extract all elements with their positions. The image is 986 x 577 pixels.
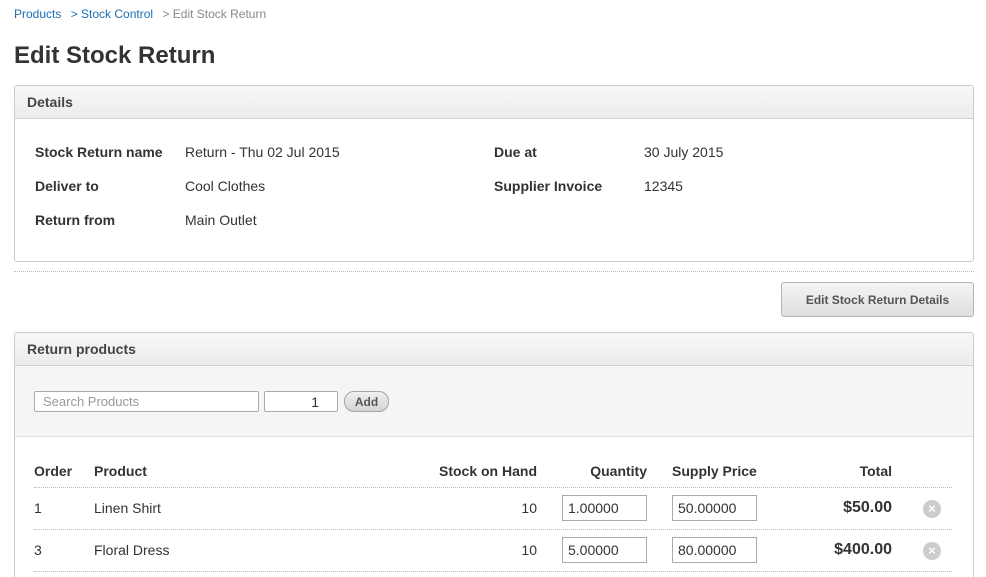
search-products-input[interactable] bbox=[34, 391, 259, 412]
return-products-panel: Return products Add Order Product Stock … bbox=[14, 332, 974, 577]
column-header-supply-price: Supply Price bbox=[672, 463, 757, 479]
row-product: Floral Dress bbox=[94, 542, 170, 558]
table-row: 3 Floral Dress 10 $400.00 × bbox=[34, 530, 952, 572]
remove-row-icon[interactable]: × bbox=[923, 542, 941, 560]
remove-row-icon[interactable]: × bbox=[923, 500, 941, 518]
page-title: Edit Stock Return bbox=[14, 42, 216, 69]
product-search-bar: Add bbox=[15, 366, 973, 437]
table-row: 1 Linen Shirt 10 $50.00 × bbox=[34, 488, 952, 530]
add-quantity-input[interactable] bbox=[264, 391, 338, 412]
column-header-product: Product bbox=[94, 463, 147, 479]
table-header-row: Order Product Stock on Hand Quantity Sup… bbox=[34, 437, 952, 488]
details-header: Details bbox=[15, 86, 973, 119]
row-order: 1 bbox=[34, 500, 42, 516]
stock-return-name-label: Stock Return name bbox=[35, 144, 163, 160]
due-at-value: 30 July 2015 bbox=[644, 144, 724, 160]
section-divider bbox=[14, 271, 974, 272]
column-header-total: Total bbox=[859, 463, 892, 479]
row-total: $50.00 bbox=[843, 499, 892, 516]
stock-return-name-value: Return - Thu 02 Jul 2015 bbox=[185, 144, 340, 160]
supplier-invoice-label: Supplier Invoice bbox=[494, 178, 603, 194]
return-from-value: Main Outlet bbox=[185, 212, 257, 228]
row-supply-price-input[interactable] bbox=[672, 495, 757, 521]
row-stock-on-hand: 10 bbox=[521, 500, 537, 516]
column-header-order: Order bbox=[34, 463, 73, 479]
row-order: 3 bbox=[34, 542, 42, 558]
row-total: $400.00 bbox=[834, 541, 892, 558]
column-header-stock-on-hand: Stock on Hand bbox=[438, 463, 537, 479]
row-product: Linen Shirt bbox=[94, 500, 161, 516]
breadcrumb-products-link[interactable]: Products bbox=[14, 7, 61, 21]
deliver-to-value: Cool Clothes bbox=[185, 178, 266, 194]
details-panel: Details Stock Return name Return - Thu 0… bbox=[14, 85, 974, 262]
row-supply-price-input[interactable] bbox=[672, 537, 757, 563]
deliver-to-label: Deliver to bbox=[35, 178, 99, 194]
breadcrumb-stock-control-link[interactable]: > Stock Control bbox=[71, 7, 153, 21]
row-stock-on-hand: 10 bbox=[521, 542, 537, 558]
supplier-invoice-value: 12345 bbox=[644, 178, 683, 194]
add-product-button[interactable]: Add bbox=[344, 391, 389, 412]
column-header-quantity: Quantity bbox=[590, 463, 647, 479]
row-quantity-input[interactable] bbox=[562, 537, 647, 563]
return-products-header: Return products bbox=[15, 333, 973, 366]
details-grid: Stock Return name Return - Thu 02 Jul 20… bbox=[15, 119, 973, 261]
breadcrumb: Products > Stock Control > Edit Stock Re… bbox=[14, 7, 266, 21]
breadcrumb-current: > Edit Stock Return bbox=[162, 7, 267, 21]
return-from-label: Return from bbox=[35, 212, 116, 228]
return-products-table: Order Product Stock on Hand Quantity Sup… bbox=[34, 437, 952, 572]
due-at-label: Due at bbox=[494, 144, 537, 160]
edit-stock-return-details-button[interactable]: Edit Stock Return Details bbox=[781, 282, 974, 317]
row-quantity-input[interactable] bbox=[562, 495, 647, 521]
